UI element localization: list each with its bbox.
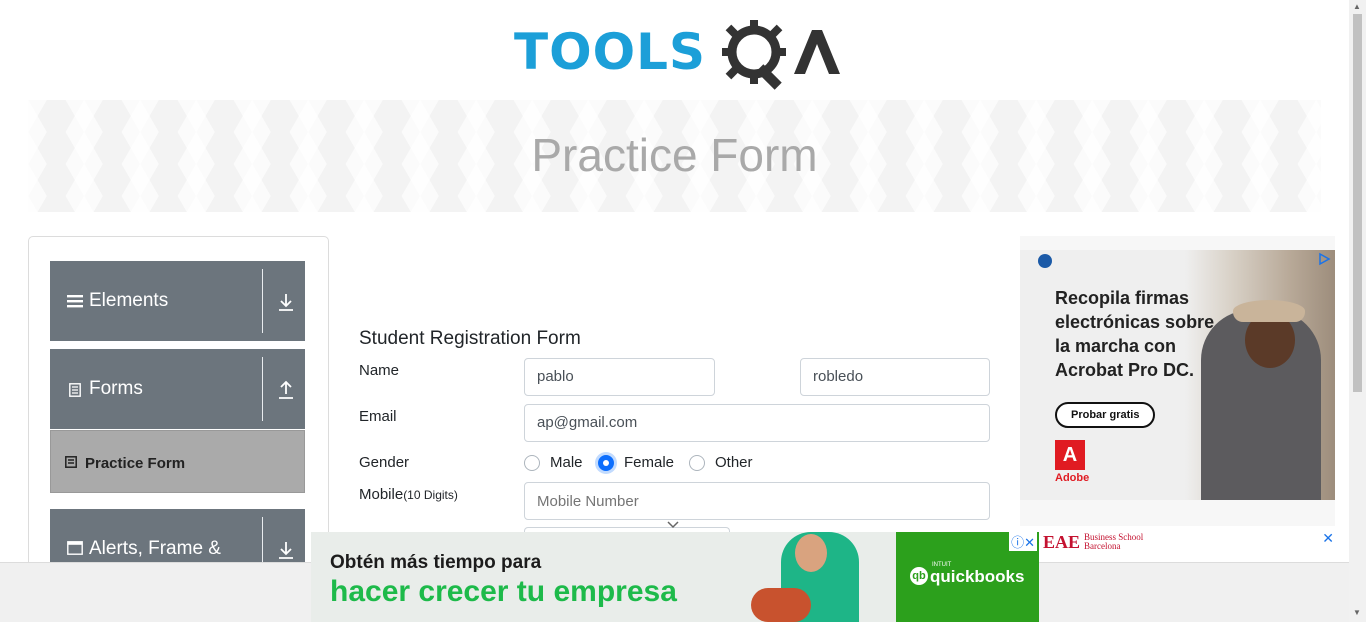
- ad-headline: Recopila firmas electrónicas sobre la ma…: [1055, 288, 1215, 380]
- eae-logo: EAE: [1043, 532, 1081, 552]
- gender-radio-female[interactable]: Female: [598, 454, 674, 471]
- ad-info-close-icon[interactable]: ⓘ✕: [1009, 532, 1037, 551]
- sidebar-group-label: Elements: [89, 290, 169, 311]
- scrollbar-thumb[interactable]: [1353, 14, 1362, 392]
- privacy-shield-icon[interactable]: [1038, 254, 1052, 268]
- chevron-down-icon: [667, 521, 679, 529]
- mobile-input[interactable]: [524, 482, 990, 520]
- quickbooks-ad[interactable]: Obtén más tiempo para hacer crecer tu em…: [311, 532, 1039, 622]
- gender-radio-other[interactable]: Other: [689, 454, 753, 471]
- adchoices-icon[interactable]: [1317, 252, 1331, 266]
- ad-line-1: Obtén más tiempo para: [330, 552, 542, 573]
- sidebar-group-label: Alerts, Frame &: [89, 538, 221, 559]
- close-icon[interactable]: ✕: [1322, 530, 1334, 547]
- download-arrow-icon: [279, 294, 293, 311]
- radio-label: Other: [715, 454, 753, 471]
- download-arrow-icon: [279, 542, 293, 559]
- quickbooks-brand: quickbooks: [930, 567, 1025, 586]
- mobile-hint: (10 Digits): [403, 488, 458, 502]
- gender-label: Gender: [359, 454, 410, 471]
- upload-arrow-icon: [279, 380, 293, 399]
- page-scrollbar[interactable]: ▲ ▼: [1349, 0, 1366, 622]
- radio-label: Female: [624, 454, 675, 471]
- sidebar-group-elements[interactable]: Elements: [50, 261, 305, 341]
- adobe-ad[interactable]: Recopila firmas electrónicas sobre la ma…: [1020, 236, 1335, 526]
- gender-radio-male[interactable]: Male: [524, 454, 583, 471]
- form-icon: [65, 456, 77, 468]
- window-icon: [67, 541, 83, 555]
- adobe-logo: A Adobe: [1055, 440, 1089, 484]
- ad-person-head: [795, 534, 827, 572]
- page-banner: Practice Form: [28, 100, 1321, 212]
- page-title: Practice Form: [531, 129, 818, 181]
- ad-panel: Recopila firmas electrónicas sobre la ma…: [1020, 250, 1335, 500]
- toolsqa-logo[interactable]: TOOLS: [514, 16, 840, 90]
- divider: [262, 269, 263, 333]
- first-name-input[interactable]: pablo: [524, 358, 715, 396]
- adobe-mark-icon: A: [1055, 440, 1085, 470]
- eae-ad-bar[interactable]: EAE Business School Barcelona ✕: [1040, 530, 1336, 554]
- sidebar-item-practice-form[interactable]: Practice Form: [50, 430, 305, 493]
- last-name-input[interactable]: robledo: [800, 358, 990, 396]
- name-label: Name: [359, 362, 400, 379]
- ad-person-hat: [1233, 300, 1305, 322]
- radio-circle-selected[interactable]: [598, 454, 614, 471]
- mobile-label-text: Mobile: [359, 486, 404, 503]
- sidebar-group-label: Forms: [89, 378, 143, 399]
- gear-magnifier-icon: [722, 20, 840, 90]
- eae-subtitle: Business School Barcelona: [1084, 533, 1143, 551]
- sidebar-item-label: Practice Form: [85, 455, 186, 472]
- ad-flowers: [751, 588, 811, 622]
- email-label: Email: [359, 408, 397, 425]
- quickbooks-logo-icon: qb: [910, 567, 928, 585]
- logo-text: TOOLS: [514, 23, 706, 81]
- sidebar-group-forms[interactable]: Forms: [50, 349, 305, 429]
- sidebar: Elements Forms Practice Form Alerts, Fra…: [28, 236, 329, 576]
- ad-cta-button[interactable]: Probar gratis: [1055, 402, 1156, 428]
- email-input[interactable]: ap@gmail.com: [524, 404, 990, 442]
- form-title: Student Registration Form: [359, 328, 581, 349]
- hamburger-icon: [67, 295, 83, 308]
- adobe-brand: Adobe: [1055, 472, 1090, 484]
- divider: [262, 357, 263, 421]
- eae-subtitle-line2: Barcelona: [1084, 541, 1121, 551]
- scroll-up-arrow-icon[interactable]: ▲: [1353, 2, 1361, 11]
- ad-line-2: hacer crecer tu empresa: [330, 575, 677, 608]
- scroll-down-arrow-icon[interactable]: ▼: [1353, 608, 1361, 617]
- radio-label: Male: [550, 454, 583, 471]
- mobile-label: Mobile(10 Digits): [359, 486, 458, 503]
- radio-circle[interactable]: [689, 454, 705, 471]
- radio-circle[interactable]: [524, 454, 540, 471]
- document-icon: [69, 383, 81, 397]
